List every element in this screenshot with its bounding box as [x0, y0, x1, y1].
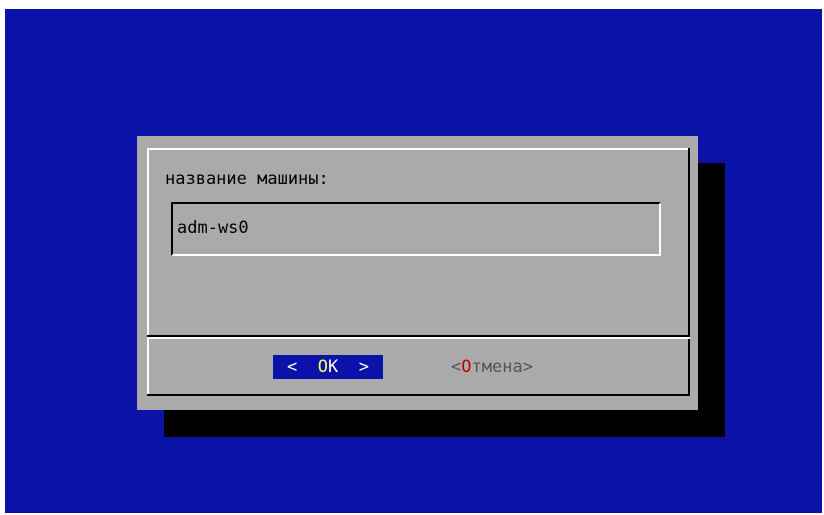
cancel-hotkey: О [461, 357, 472, 377]
hostname-dialog: название машины: adm-ws0 < OK > <Отмена> [137, 136, 698, 410]
terminal-screen: название машины: adm-ws0 < OK > <Отмена> [5, 9, 822, 513]
ok-right-bracket: > [358, 357, 369, 377]
ok-hotkey: O [317, 357, 328, 377]
dialog-frame-right [688, 148, 690, 396]
cancel-button[interactable]: <Отмена> [451, 355, 533, 379]
ok-button[interactable]: < OK > [273, 355, 383, 379]
ok-left-bracket: < [287, 357, 298, 377]
dialog-frame-left [147, 148, 149, 396]
button-separator-light [147, 337, 690, 339]
ok-label-rest: K [328, 357, 339, 377]
cancel-right-bracket: > [522, 357, 533, 377]
hostname-input[interactable]: adm-ws0 [171, 202, 661, 256]
dialog-frame-bottom [147, 394, 690, 396]
dialog-prompt: название машины: [165, 169, 329, 189]
cancel-label-rest: тмена [471, 357, 523, 377]
hostname-input-value[interactable]: adm-ws0 [177, 218, 249, 238]
dialog-frame-top [147, 148, 690, 150]
cancel-left-bracket: < [451, 357, 462, 377]
